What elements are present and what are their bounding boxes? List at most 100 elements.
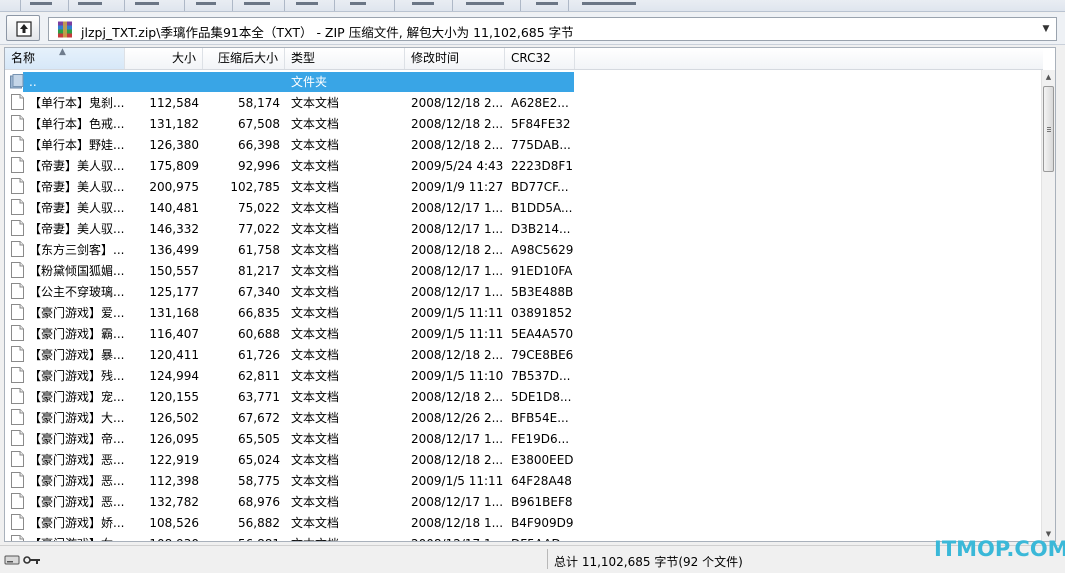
file-size: 175,809: [149, 159, 199, 173]
file-modified: 2009/1/9 11:27: [411, 180, 503, 194]
parent-folder-row[interactable]: .. 文件夹: [5, 71, 605, 92]
file-crc: 2223D8F1: [511, 159, 573, 173]
file-modified: 2009/5/24 4:43: [411, 159, 503, 173]
file-size: 125,177: [149, 285, 199, 299]
text-file-icon: [11, 94, 24, 110]
file-size: 150,557: [149, 264, 199, 278]
file-modified: 2008/12/18 2...: [411, 243, 503, 257]
file-packed-size: 75,022: [238, 201, 280, 215]
file-row[interactable]: 【豪门游戏】娇... 108,526 56,882 文本文档 2008/12/18 1.…: [5, 512, 605, 533]
file-row[interactable]: 【单行本】鬼刹... 112,584 58,174 文本文档 2008/12/18 2.…: [5, 92, 605, 113]
path-field[interactable]: jlzpj_TXT.zip\季璃作品集91本全（TXT） - ZIP 压缩文件,…: [48, 17, 1057, 41]
scrollbar-thumb[interactable]: [1043, 86, 1054, 172]
file-row[interactable]: 【豪门游戏】大... 126,502 67,672 文本文档 2008/12/26 2.…: [5, 407, 605, 428]
text-file-icon: [11, 241, 24, 257]
toolbar-info-button[interactable]: [412, 2, 434, 5]
column-header-name[interactable]: 名称 ▲: [5, 48, 125, 69]
file-packed-size: 68,976: [238, 495, 280, 509]
file-name: 【帝妻】美人驭...: [29, 222, 125, 236]
file-crc: A628E2...: [511, 96, 569, 110]
toolbar-find-button[interactable]: [296, 2, 318, 5]
file-name: 【豪门游戏】残...: [29, 369, 125, 383]
file-row[interactable]: 【帝妻】美人驭... 175,809 92,996 文本文档 2009/5/24 4:4…: [5, 155, 605, 176]
file-crc: D3B214...: [511, 222, 571, 236]
column-header-packed[interactable]: 压缩后大小: [203, 48, 285, 69]
file-packed-size: 92,996: [238, 159, 280, 173]
file-row[interactable]: 【帝妻】美人驭... 200,975 102,785 文本文档 2009/1/9 11:…: [5, 176, 605, 197]
toolbar-comment-button[interactable]: [536, 2, 558, 5]
toolbar-scan-button[interactable]: [466, 2, 504, 5]
file-name: 【豪门游戏】大...: [29, 411, 125, 425]
text-file-icon: [11, 367, 24, 383]
file-crc: B961BEF8: [511, 495, 573, 509]
file-modified: 2008/12/18 2...: [411, 117, 503, 131]
column-header-crc[interactable]: CRC32: [505, 48, 575, 69]
chevron-down-icon[interactable]: ▼: [1038, 20, 1054, 38]
text-file-icon: [11, 157, 24, 173]
file-packed-size: 67,340: [238, 285, 280, 299]
zip-archive-icon: [58, 21, 72, 38]
file-crc: 5EA4A570: [511, 327, 574, 341]
file-type: 文本文档: [291, 536, 401, 541]
text-file-icon: [11, 451, 24, 467]
file-crc: 5B3E488B: [511, 285, 574, 299]
file-row[interactable]: 【豪门游戏】恶... 122,919 65,024 文本文档 2008/12/18 2.…: [5, 449, 605, 470]
toolbar-view-button[interactable]: [196, 2, 216, 5]
column-name-label: 名称: [11, 51, 36, 65]
file-type: 文本文档: [291, 306, 340, 320]
file-name: 【单行本】色戒...: [29, 117, 125, 131]
text-file-icon: [11, 535, 24, 541]
toolbar-delete-button[interactable]: [244, 2, 270, 5]
toolbar-test-button[interactable]: [135, 2, 159, 5]
file-packed-size: 102,785: [230, 180, 280, 194]
column-crc-label: CRC32: [511, 51, 551, 65]
file-row[interactable]: 【单行本】野娃... 126,380 66,398 文本文档 2008/12/18 2.…: [5, 134, 605, 155]
up-folder-button[interactable]: [6, 15, 40, 41]
column-header-type[interactable]: 类型: [285, 48, 405, 69]
file-packed-size: 61,758: [238, 243, 280, 257]
text-file-icon: [11, 325, 24, 341]
toolbar-wizard-button[interactable]: [350, 2, 366, 5]
file-packed-size: 60,688: [238, 327, 280, 341]
text-file-icon: [11, 472, 24, 488]
parent-folder-type: 文件夹: [291, 75, 328, 89]
text-file-icon: [11, 304, 24, 320]
column-header-size[interactable]: 大小: [125, 48, 203, 69]
file-row[interactable]: 【东方三剑客】... 136,499 61,758 文本文档 2008/12/18 2.…: [5, 239, 605, 260]
text-file-icon: [11, 115, 24, 131]
toolbar-add-button[interactable]: [30, 2, 52, 5]
file-row[interactable]: 【豪门游戏】宠... 120,155 63,771 文本文档 2008/12/18 2.…: [5, 386, 605, 407]
file-row[interactable]: 【帝妻】美人驭... 146,332 77,022 文本文档 2008/12/17 1.…: [5, 218, 605, 239]
file-name: 【豪门游戏】爱...: [29, 306, 125, 320]
file-row[interactable]: 【豪门游戏】帝... 126,095 65,505 文本文档 2008/12/17 1.…: [5, 428, 605, 449]
file-modified: 2008/12/18 2...: [411, 348, 503, 362]
file-modified: 2008/12/18 2...: [411, 96, 503, 110]
file-packed-size: 58,775: [238, 474, 280, 488]
file-row[interactable]: 【帝妻】美人驭... 140,481 75,022 文本文档 2008/12/17 1.…: [5, 197, 605, 218]
column-header-modified[interactable]: 修改时间: [405, 48, 505, 69]
file-row[interactable]: 【豪门游戏】爱... 131,168 66,835 文本文档 2009/1/5 11:1…: [5, 302, 605, 323]
file-row[interactable]: 【公主不穿玻璃... 125,177 67,340 文本文档 2008/12/17 1.…: [5, 281, 605, 302]
scroll-up-icon[interactable]: ▲: [1042, 70, 1055, 84]
file-crc: 775DAB...: [511, 138, 571, 152]
file-list: 名称 ▲ 大小 压缩后大小 类型 修改时间 CRC32 .. 文件夹 【单行本】…: [4, 47, 1056, 542]
text-file-icon: [11, 409, 24, 425]
file-size: 120,155: [149, 390, 199, 404]
file-type: 文本文档: [291, 411, 340, 425]
file-crc: BD77CF...: [511, 180, 569, 194]
file-row[interactable]: 【豪门游戏】女...108,930 56,881 文本文档 2008/12/17 1.…: [5, 533, 605, 541]
file-row[interactable]: 【豪门游戏】恶... 112,398 58,775 文本文档 2009/1/5 11:1…: [5, 470, 605, 491]
file-row[interactable]: 【豪门游戏】残... 124,994 62,811 文本文档 2009/1/5 11:1…: [5, 365, 605, 386]
status-bar: 总计 11,102,685 字节(92 个文件): [0, 545, 1065, 573]
file-packed-size: 77,022: [238, 222, 280, 236]
file-row[interactable]: 【豪门游戏】恶... 132,782 68,976 文本文档 2008/12/17 1.…: [5, 491, 605, 512]
file-row[interactable]: 【豪门游戏】暴... 120,411 61,726 文本文档 2008/12/18 2.…: [5, 344, 605, 365]
file-modified: 2008/12/26 2...: [411, 411, 503, 425]
file-row[interactable]: 【单行本】色戒... 131,182 67,508 文本文档 2008/12/18 2.…: [5, 113, 605, 134]
file-row[interactable]: 【豪门游戏】霸... 116,407 60,688 文本文档 2009/1/5 11:1…: [5, 323, 605, 344]
address-bar-row: jlzpj_TXT.zip\季璃作品集91本全（TXT） - ZIP 压缩文件,…: [0, 13, 1065, 45]
file-row[interactable]: 【粉黛倾国狐媚... 150,557 81,217 文本文档 2008/12/17 1.…: [5, 260, 605, 281]
toolbar-extract-button[interactable]: [78, 2, 102, 5]
vertical-scrollbar[interactable]: ▲ ▼: [1041, 70, 1055, 541]
toolbar-sfx-button[interactable]: [582, 2, 636, 5]
